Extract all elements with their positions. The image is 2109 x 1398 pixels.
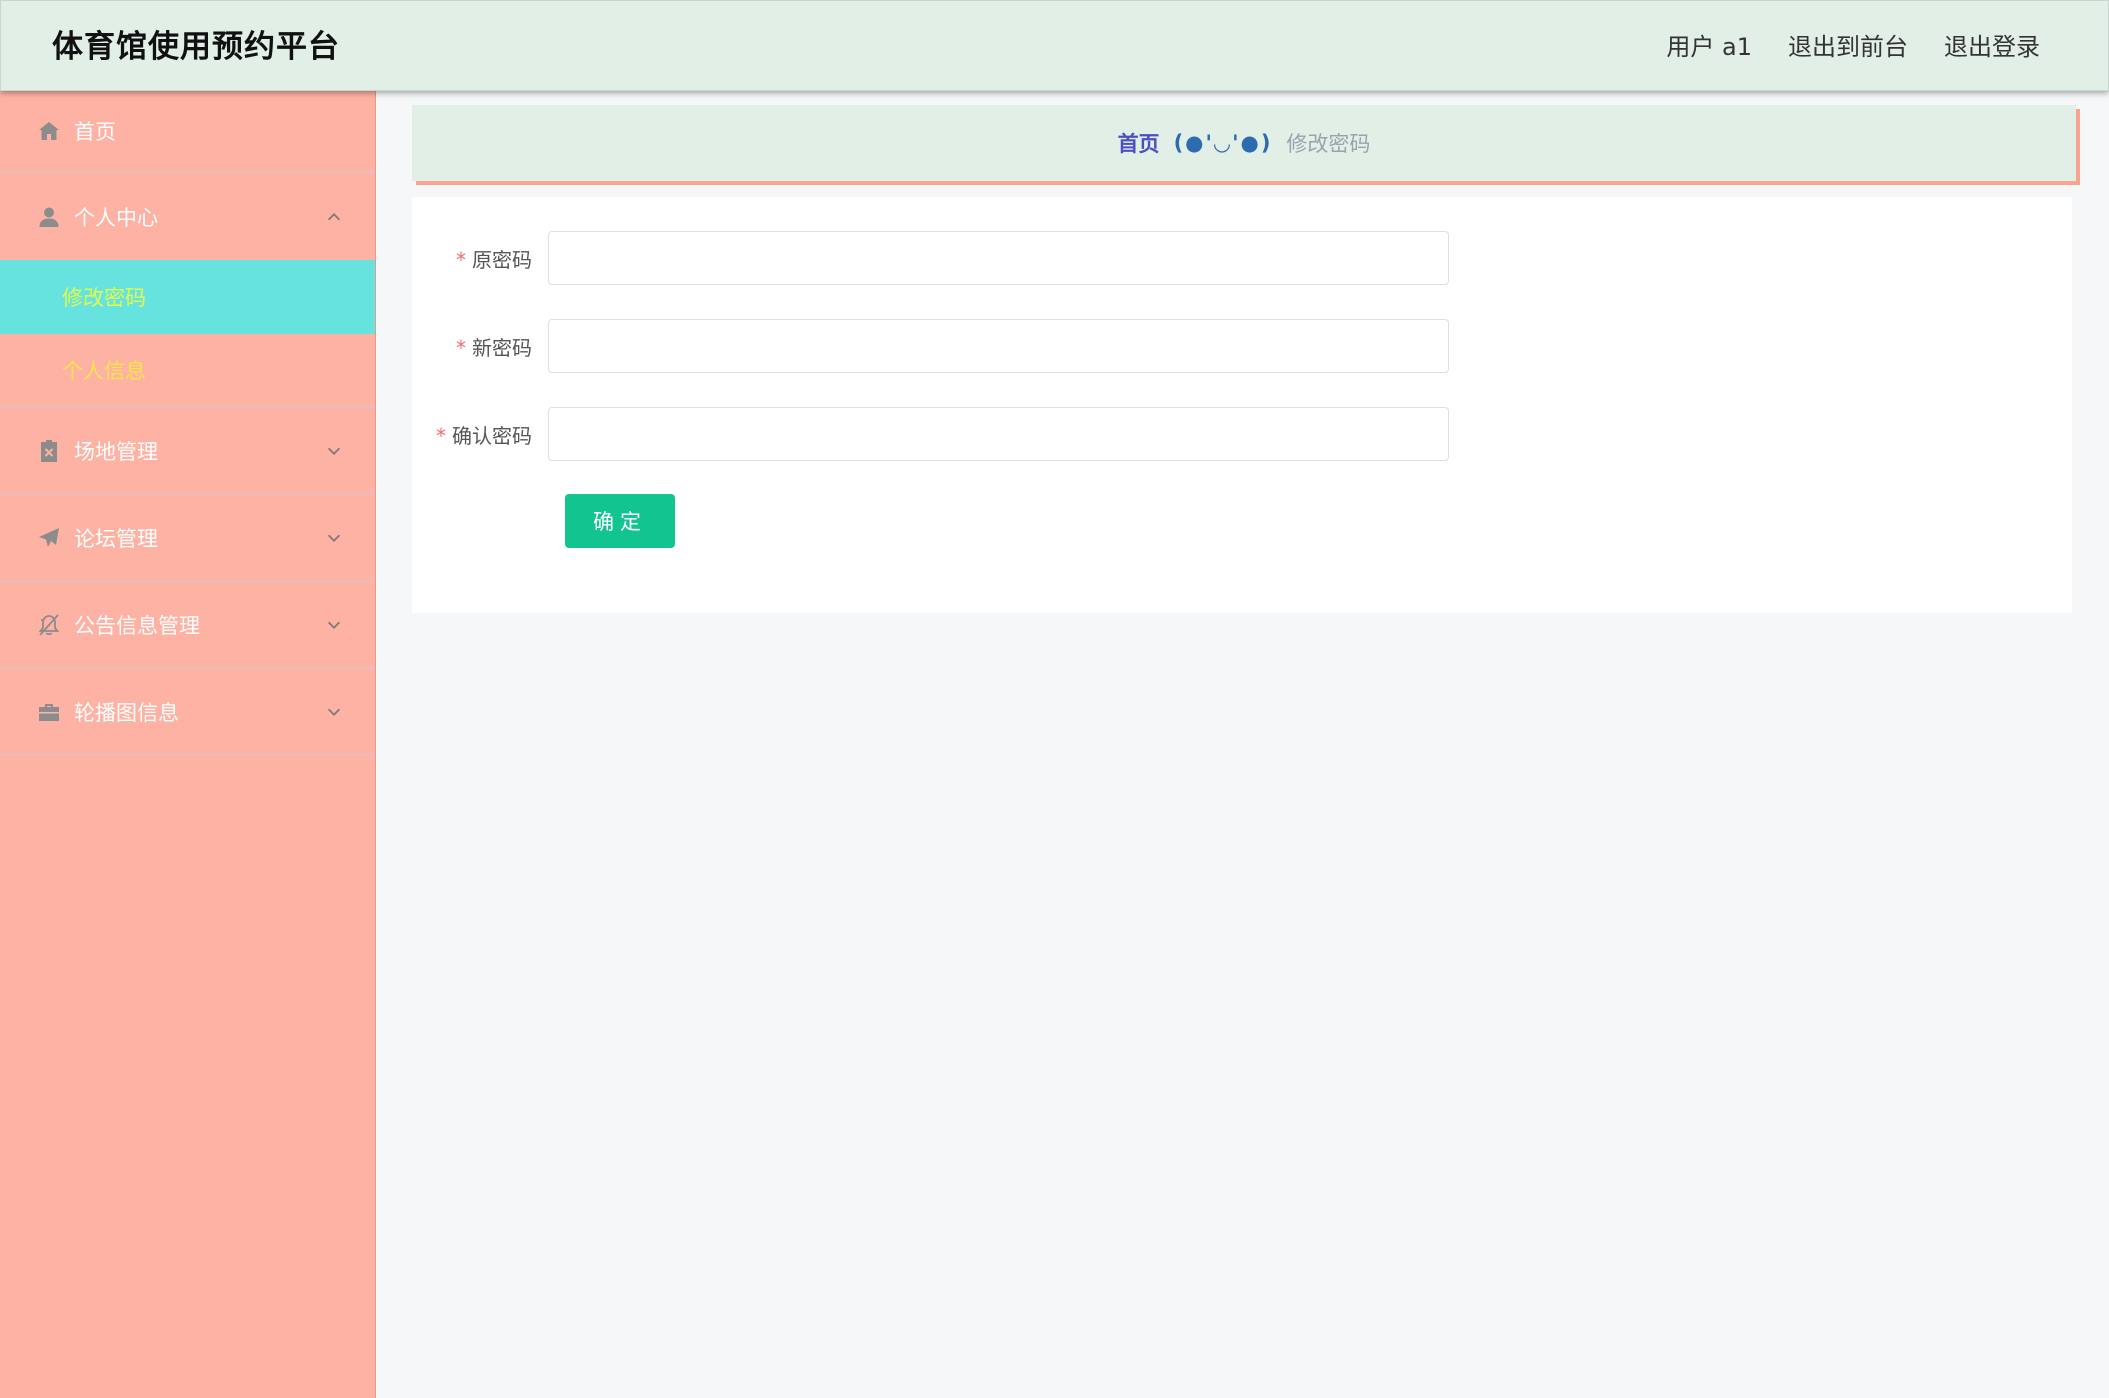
sidebar-item-label: 论坛管理 <box>74 526 158 551</box>
breadcrumb: 首页 (●'◡'●) 修改密码 <box>412 105 2076 181</box>
old-password-label: * 原密码 <box>456 247 532 272</box>
confirm-password-input[interactable] <box>548 407 1449 461</box>
clipboard-icon <box>36 438 62 464</box>
chevron-up-icon <box>325 207 345 227</box>
change-password-form: * 原密码 * 新密码 * 确认密码 确定 <box>412 197 2072 613</box>
exit-to-front-link[interactable]: 退出到前台 <box>1788 27 1908 67</box>
confirm-button[interactable]: 确定 <box>565 494 675 548</box>
chevron-down-icon <box>325 615 345 635</box>
sidebar: 首页 个人中心 修改密码 个人信息 场地管理 论坛管理 公告信息管理 轮播图信息 <box>0 91 376 1398</box>
chevron-down-icon <box>325 702 345 722</box>
sidebar-item-label: 轮播图信息 <box>74 700 179 725</box>
sidebar-item-venue-management[interactable]: 场地管理 <box>0 408 375 495</box>
old-password-input[interactable] <box>548 231 1449 285</box>
logout-link[interactable]: 退出登录 <box>1944 27 2040 67</box>
sidebar-item-label: 场地管理 <box>74 439 158 464</box>
app-root: 体育馆使用预约平台 用户 a1 退出到前台 退出登录 首页 个人中心 修改密码 <box>0 0 2109 1398</box>
sidebar-item-label: 个人中心 <box>74 205 158 230</box>
sidebar-item-forum-management[interactable]: 论坛管理 <box>0 495 375 582</box>
breadcrumb-separator: (●'◡'●) <box>1173 131 1273 155</box>
home-icon <box>36 118 62 144</box>
current-user-label[interactable]: 用户 a1 <box>1666 27 1752 67</box>
paper-plane-icon <box>36 525 62 551</box>
required-mark: * <box>456 247 466 272</box>
sidebar-item-label: 首页 <box>74 120 116 144</box>
new-password-label: * 新密码 <box>456 335 532 360</box>
sidebar-item-label: 公告信息管理 <box>74 613 200 638</box>
chevron-down-icon <box>325 528 345 548</box>
confirm-password-row: * 确认密码 <box>412 406 2072 462</box>
breadcrumb-home-link[interactable]: 首页 <box>1118 128 1160 158</box>
new-password-row: * 新密码 <box>412 318 2072 374</box>
confirm-password-label: * 确认密码 <box>436 423 532 448</box>
top-header: 体育馆使用预约平台 用户 a1 退出到前台 退出登录 <box>0 0 2109 91</box>
breadcrumb-current: 修改密码 <box>1286 132 1371 156</box>
app-title: 体育馆使用预约平台 <box>52 29 340 65</box>
user-icon <box>36 204 62 230</box>
sidebar-subitem-label: 个人信息 <box>62 359 146 383</box>
sidebar-item-personal-center[interactable]: 个人中心 <box>0 173 375 260</box>
sidebar-subitem-personal-info[interactable]: 个人信息 <box>0 334 375 408</box>
sidebar-item-announcement-management[interactable]: 公告信息管理 <box>0 582 375 669</box>
bell-off-icon <box>36 612 62 638</box>
briefcase-icon <box>36 699 62 725</box>
chevron-down-icon <box>325 441 345 461</box>
sidebar-subitem-label: 修改密码 <box>62 286 146 310</box>
old-password-row: * 原密码 <box>412 230 2072 286</box>
required-mark: * <box>456 335 466 360</box>
sidebar-item-home[interactable]: 首页 <box>0 91 375 173</box>
sidebar-item-carousel-info[interactable]: 轮播图信息 <box>0 669 375 756</box>
new-password-input[interactable] <box>548 319 1449 373</box>
header-links: 用户 a1 退出到前台 退出登录 <box>1666 27 2040 67</box>
sidebar-subitem-change-password[interactable]: 修改密码 <box>0 260 375 334</box>
required-mark: * <box>436 423 446 448</box>
